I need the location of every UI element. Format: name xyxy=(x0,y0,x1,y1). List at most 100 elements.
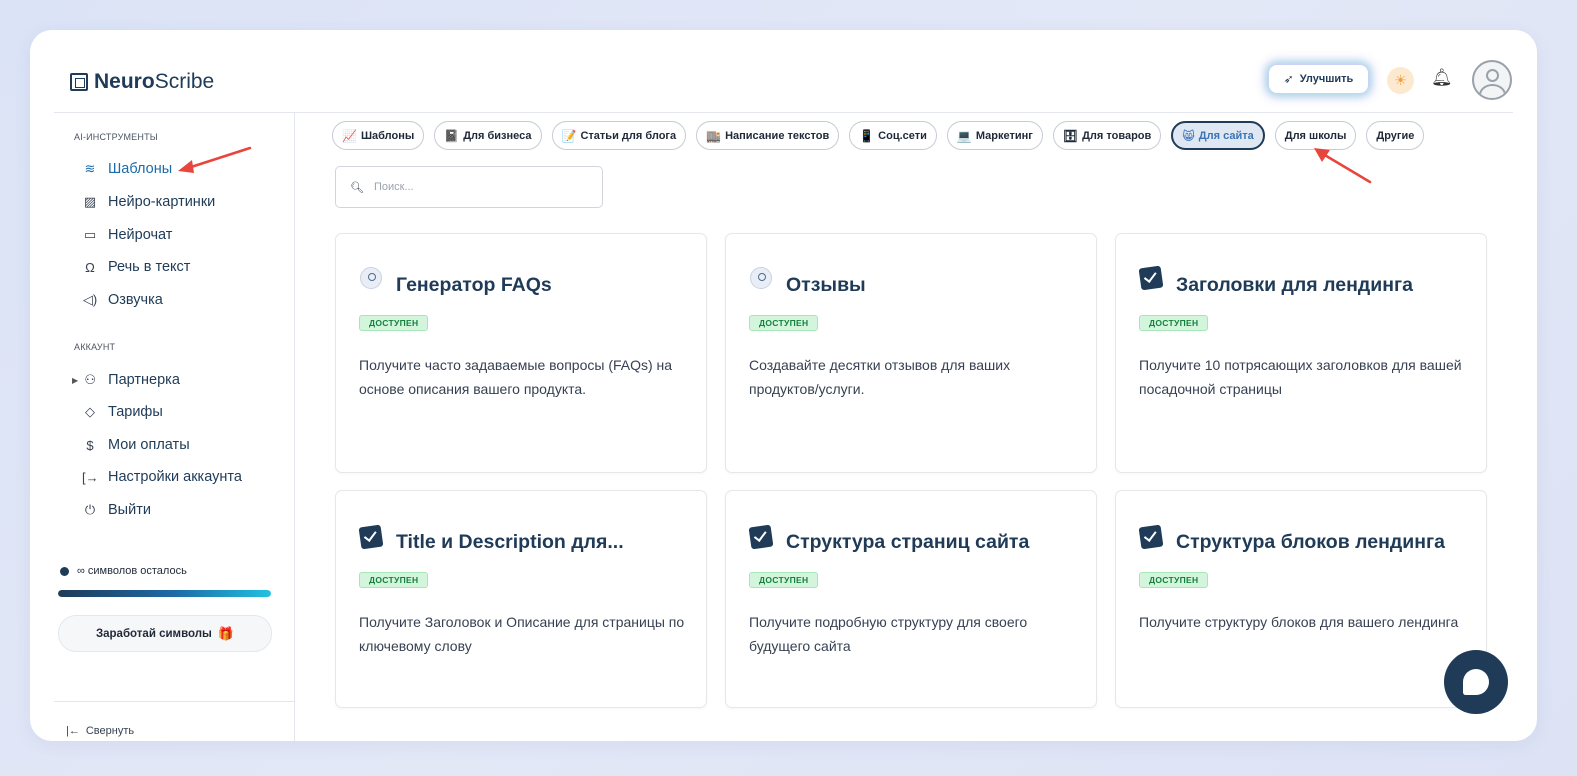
avatar[interactable] xyxy=(1472,60,1512,100)
header: NeuroScribe ➶ Улучшить ☀ 🔔︎ xyxy=(54,30,1513,113)
checkbox-icon xyxy=(748,524,774,550)
sidebar-item-partners[interactable]: ▶ ⚇ Партнерка xyxy=(72,372,180,388)
card-title: Генератор FAQs xyxy=(396,274,552,296)
card-description: Получите подробную структуру для своего … xyxy=(749,614,1028,654)
layers-icon: ≋ xyxy=(84,161,96,176)
chip-label: Другие xyxy=(1376,129,1415,142)
building-icon: 🏬 xyxy=(706,128,722,143)
section-title-ai: AI-ИНСТРУМЕНТЫ xyxy=(74,132,158,142)
symbols-progress-bar xyxy=(58,590,271,597)
category-chips: 📈 Шаблоны 📓 Для бизнеса 📝 Статьи для блога … xyxy=(332,121,1425,150)
chip-label: Для товаров xyxy=(1082,129,1152,142)
sidebar-item-label: Шаблоны xyxy=(108,161,173,177)
symbols-label: ∞ символов осталось xyxy=(77,565,187,577)
card-title: Title и Description для... xyxy=(396,531,624,553)
chip-school[interactable]: Для школы xyxy=(1274,121,1357,150)
sidebar-item-neuro-images[interactable]: ▨ Нейро-картинки xyxy=(82,194,215,210)
search-box: 🔍︎ xyxy=(335,166,603,208)
sidebar-item-label: Озвучка xyxy=(108,292,163,308)
logout-icon: [→ xyxy=(82,469,99,485)
sidebar-item-label: Настройки аккаунта xyxy=(108,469,242,485)
checkbox-icon xyxy=(1138,524,1164,550)
rocket-icon: ➶ xyxy=(1283,72,1294,86)
search-input[interactable] xyxy=(373,181,574,193)
clock-icon xyxy=(360,267,382,289)
chip-label: Маркетинг xyxy=(975,129,1033,142)
progress-fill xyxy=(58,590,271,597)
card-title: Заголовки для лендинга xyxy=(1176,274,1413,296)
chip-templates[interactable]: 📈 Шаблоны xyxy=(332,121,425,150)
users-icon: ⚇ xyxy=(84,372,96,387)
chat-widget-button[interactable] xyxy=(1444,650,1508,714)
speaker-icon: ◁) xyxy=(82,292,98,307)
chat-bubble-icon xyxy=(1463,669,1489,695)
chip-other[interactable]: Другие xyxy=(1366,121,1425,150)
chip-label: Соц.сети xyxy=(878,129,927,142)
chip-website[interactable]: 😸 Для сайта xyxy=(1171,121,1265,150)
upgrade-button[interactable]: ➶ Улучшить xyxy=(1268,64,1369,94)
chip-social[interactable]: 📱 Соц.сети xyxy=(849,121,937,150)
template-card-reviews[interactable]: Отзывы ДОСТУПЕН Создавайте десятки отзыв… xyxy=(725,233,1097,473)
logo-bold: Neuro xyxy=(94,70,155,93)
card-title: Структура блоков лендинга xyxy=(1176,531,1445,553)
chip-copywriting[interactable]: 🏬 Написание текстов xyxy=(696,121,840,150)
card-title: Отзывы xyxy=(786,274,866,296)
sidebar-item-payments[interactable]: $ Мои оплаты xyxy=(82,437,190,453)
sidebar-item-label: Нейро-картинки xyxy=(108,194,216,210)
chip-label: Для бизнеса xyxy=(463,129,532,142)
checkbox-icon xyxy=(358,524,384,550)
checkbox-icon xyxy=(1138,265,1164,291)
sidebar-item-account-settings[interactable]: [→ Настройки аккаунта xyxy=(82,469,242,485)
sidebar-item-label: Речь в текст xyxy=(108,259,191,275)
collapse-button[interactable]: |← Свернуть xyxy=(66,725,134,737)
gift-icon: 🎁 xyxy=(217,625,235,641)
chip-marketing[interactable]: 💻 Маркетинг xyxy=(946,121,1043,150)
template-card-landing-headlines[interactable]: Заголовки для лендинга ДОСТУПЕН Получите… xyxy=(1115,233,1487,473)
tag-icon: ◇ xyxy=(85,404,95,419)
status-badge: ДОСТУПЕН xyxy=(1139,572,1209,588)
sidebar-item-label: Выйти xyxy=(108,502,151,518)
bell-icon[interactable]: 🔔︎ xyxy=(1431,68,1453,88)
sidebar-item-speech-to-text[interactable]: Ω Речь в текст xyxy=(82,259,190,275)
caret-right-icon[interactable]: ▶ xyxy=(72,376,78,385)
notebook-icon: 📓 xyxy=(444,128,460,143)
chip-label: Для школы xyxy=(1284,129,1347,142)
chip-label: Статьи для блога xyxy=(580,129,677,142)
section-title-account: АККАУНТ xyxy=(74,342,116,352)
earn-symbols-button[interactable]: Заработай символы 🎁 xyxy=(58,615,272,652)
sidebar-item-label: Мои оплаты xyxy=(108,437,190,453)
theme-toggle-sun-icon[interactable]: ☀ xyxy=(1387,67,1414,94)
sidebar-item-voiceover[interactable]: ◁) Озвучка xyxy=(82,292,163,308)
logo[interactable]: NeuroScribe xyxy=(70,70,214,94)
sidebar: AI-ИНСТРУМЕНТЫ ≋ Шаблоны ▨ Нейро-картинк… xyxy=(54,113,295,741)
status-badge: ДОСТУПЕН xyxy=(749,315,819,331)
card-description: Получите 10 потрясающих заголовков для в… xyxy=(1139,357,1462,397)
template-card-title-description[interactable]: Title и Description для... ДОСТУПЕН Полу… xyxy=(335,490,707,708)
collapse-label: Свернуть xyxy=(85,725,135,737)
sidebar-item-tariffs[interactable]: ◇ Тарифы xyxy=(82,404,163,420)
search-icon: 🔍︎ xyxy=(350,181,364,194)
sidebar-item-logout[interactable]: ⏻ Выйти xyxy=(82,502,151,518)
sidebar-item-templates[interactable]: ≋ Шаблоны xyxy=(82,161,173,177)
chip-blog[interactable]: 📝 Статьи для блога xyxy=(551,121,687,150)
template-card-faq[interactable]: Генератор FAQs ДОСТУПЕН Получите часто з… xyxy=(335,233,707,473)
chip-business[interactable]: 📓 Для бизнеса xyxy=(434,121,542,150)
phone-icon: 📱 xyxy=(859,128,875,143)
sidebar-item-neurochat[interactable]: ▭ Нейрочат xyxy=(82,227,173,243)
headphones-icon: Ω xyxy=(85,259,95,275)
card-description: Создавайте десятки отзывов для ваших про… xyxy=(749,357,1011,397)
chart-icon: 📈 xyxy=(342,128,357,143)
card-description: Получите Заголовок и Описание для страни… xyxy=(359,614,685,654)
dollar-icon: $ xyxy=(86,437,94,453)
chip-label: Шаблоны xyxy=(360,129,415,142)
app-window: NeuroScribe ➶ Улучшить ☀ 🔔︎ AI-ИНСТРУМЕН… xyxy=(30,30,1537,741)
chip-products[interactable]: 🗄 Для товаров xyxy=(1052,121,1162,150)
chip-label: Написание текстов xyxy=(725,129,830,142)
cat-icon: 😸 xyxy=(1182,128,1195,143)
template-card-site-structure[interactable]: Структура страниц сайта ДОСТУПЕН Получит… xyxy=(725,490,1097,708)
status-badge: ДОСТУПЕН xyxy=(359,572,429,588)
status-badge: ДОСТУПЕН xyxy=(1139,315,1209,331)
card-title: Структура страниц сайта xyxy=(786,531,1030,553)
chat-icon: ▭ xyxy=(83,227,97,242)
template-card-landing-blocks[interactable]: Структура блоков лендинга ДОСТУПЕН Получ… xyxy=(1115,490,1487,708)
